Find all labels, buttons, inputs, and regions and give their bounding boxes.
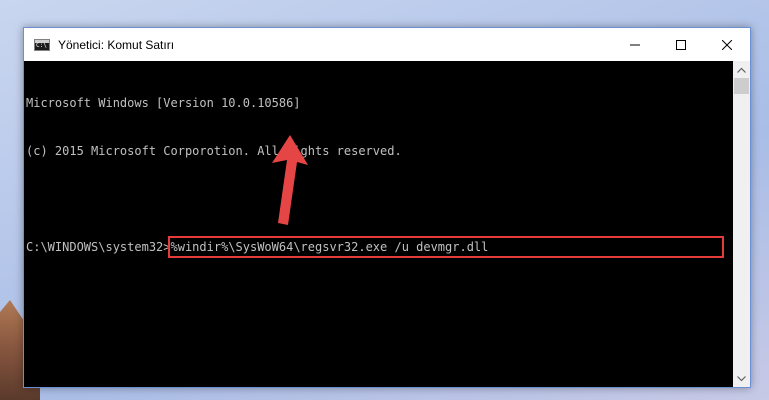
console-output[interactable]: Microsoft Windows [Version 10.0.10586] (… — [24, 61, 734, 387]
scroll-down-button[interactable] — [733, 370, 750, 387]
command-prompt-window: Yönetici: Komut Satırı Microsoft Windows… — [23, 27, 751, 388]
maximize-icon — [676, 39, 686, 50]
window-title: Yönetici: Komut Satırı — [58, 37, 175, 52]
command-line: C:\WINDOWS\system32>%windir%\SysWoW64\re… — [26, 236, 734, 258]
scroll-up-button[interactable] — [733, 61, 750, 78]
chevron-up-icon — [737, 67, 746, 73]
console-line: (c) 2015 Microsoft Corporotion. All righ… — [26, 144, 402, 158]
minimize-icon — [630, 44, 640, 45]
cmd-icon — [34, 38, 50, 51]
scroll-thumb[interactable] — [734, 78, 749, 94]
title-bar[interactable]: Yönetici: Komut Satırı — [24, 28, 750, 61]
close-button[interactable] — [704, 28, 750, 61]
console-prompt: C:\WINDOWS\system32> — [26, 240, 171, 254]
red-arrow-icon — [272, 135, 308, 225]
minimize-button[interactable] — [612, 28, 658, 61]
highlighted-command: %windir%\SysWoW64\regsvr32.exe /u devmgr… — [167, 236, 724, 258]
chevron-down-icon — [737, 375, 746, 381]
console-line: Microsoft Windows [Version 10.0.10586] — [26, 96, 301, 110]
vertical-scrollbar[interactable] — [733, 61, 750, 387]
maximize-button[interactable] — [658, 28, 704, 61]
close-icon — [722, 39, 732, 50]
